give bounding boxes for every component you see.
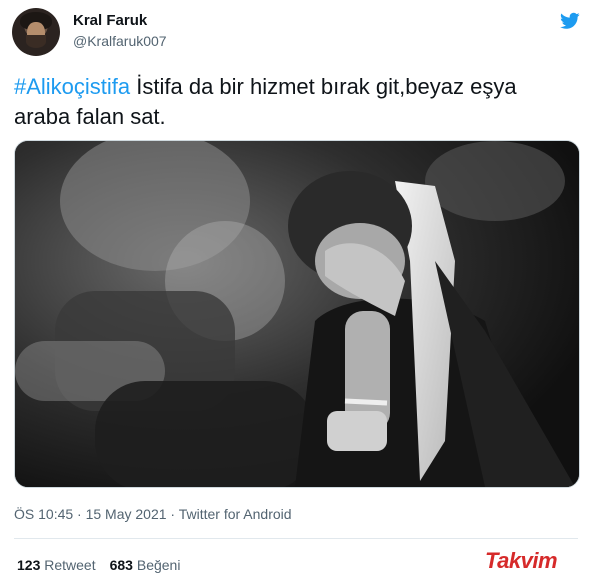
tweet-timestamp[interactable]: ÖS 10:45 · 15 May 2021 · Twitter for And… — [14, 506, 292, 522]
like-label: Beğeni — [136, 557, 181, 573]
tweet-text: #Alikoçistifa İstifa da bir hizmet bırak… — [14, 72, 574, 132]
like-stat[interactable]: 683 Beğeni — [110, 557, 181, 573]
hashtag-link[interactable]: #Alikoçistifa — [14, 74, 130, 99]
tweet-photo[interactable] — [14, 140, 580, 488]
photo-image — [15, 141, 579, 487]
tweet-card: Kral Faruk @Kralfaruk007 #Alikoçistifa İ… — [0, 0, 591, 578]
retweet-stat[interactable]: 123 Retweet — [17, 557, 96, 573]
retweet-count: 123 — [17, 557, 41, 573]
retweet-label: Retweet — [44, 557, 96, 573]
twitter-bird-icon — [560, 12, 580, 29]
author-avatar[interactable] — [12, 8, 60, 56]
divider — [14, 538, 578, 539]
takvim-watermark-logo: Takvim — [485, 548, 558, 573]
author-handle[interactable]: @Kralfaruk007 — [73, 33, 167, 49]
like-count: 683 — [109, 557, 133, 573]
author-name[interactable]: Kral Faruk — [73, 12, 147, 29]
tweet-stats: 123 Retweet 683 Beğeni — [17, 557, 180, 573]
